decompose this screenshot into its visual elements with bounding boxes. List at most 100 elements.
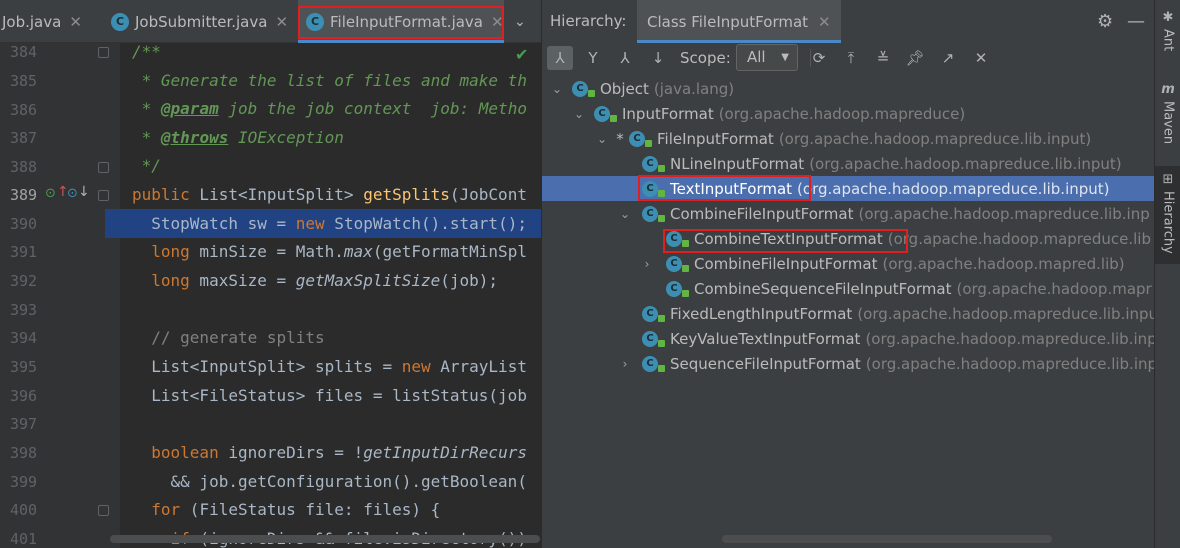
code-line: * @param job the job context job: Metho	[132, 99, 527, 118]
hierarchy-icon: ⊞	[1162, 172, 1174, 187]
public-icon	[610, 114, 617, 122]
close-icon[interactable]: ✕	[69, 13, 82, 31]
class-name: Object	[600, 79, 649, 98]
tab-class-fileinputformat[interactable]: Class FileInputFormat ✕	[637, 0, 841, 43]
pin-button[interactable]: 📌︎	[902, 46, 928, 70]
minimize-icon[interactable]: —	[1127, 11, 1145, 32]
hierarchy-tree[interactable]: ⌄ C Object (java.lang) ⌄ C InputFormat (…	[542, 76, 1155, 376]
current-class-marker: *	[616, 129, 624, 148]
code-line: /**	[132, 43, 161, 61]
tab-job-java[interactable]: Job.java ✕	[0, 0, 82, 43]
interface-icon: C	[594, 105, 617, 122]
open-in-window-button[interactable]: ↗	[935, 46, 961, 70]
code-editor[interactable]: /** * Generate the list of files and mak…	[120, 43, 541, 548]
tab-fileinputformat-java[interactable]: C FileInputFormat.java ✕	[298, 0, 504, 43]
tree-node[interactable]: C CombineSequenceFileInputFormat (org.ap…	[542, 276, 1155, 301]
sort-alphabetically-button[interactable]: ↓	[645, 46, 671, 70]
type-hierarchy-icon: ⅄	[555, 49, 565, 67]
package-name: (org.apache.hadoop.mapreduce.lib.inp	[865, 329, 1155, 348]
close-icon[interactable]: ✕	[491, 13, 504, 31]
tab-label: Job.java	[2, 12, 62, 31]
tree-node[interactable]: C CombineTextInputFormat (org.apache.had…	[542, 226, 1155, 251]
line-number: 394	[10, 329, 38, 347]
scope-dropdown[interactable]: All ▼	[736, 44, 798, 71]
chevron-down-icon: ⌄	[514, 13, 526, 30]
class-icon: C	[642, 330, 665, 347]
code-line: * @throws IOException	[132, 128, 344, 147]
line-number: 393	[10, 301, 38, 319]
tree-node[interactable]: ⌄ C CombineFileInputFormat (org.apache.h…	[542, 201, 1155, 226]
tree-node[interactable]: C FixedLengthInputFormat (org.apache.had…	[542, 301, 1155, 326]
class-name: SequenceFileInputFormat	[670, 354, 861, 373]
tree-node[interactable]: ⌄ * C FileInputFormat (org.apache.hadoop…	[542, 126, 1155, 151]
public-icon	[682, 264, 689, 272]
public-icon	[682, 289, 689, 297]
arrow-down-icon[interactable]: ↓	[78, 184, 90, 200]
tree-node[interactable]: C KeyValueTextInputFormat (org.apache.ha…	[542, 326, 1155, 351]
tree-node[interactable]: › C CombineFileInputFormat (org.apache.h…	[542, 251, 1155, 276]
tab-label: Class FileInputFormat	[647, 12, 809, 31]
abstract-class-icon: C	[666, 255, 689, 272]
right-tool-strip: ✱ Ant m Maven ⊞ Hierarchy	[1154, 0, 1180, 548]
tree-node[interactable]: › C SequenceFileInputFormat (org.apache.…	[542, 351, 1155, 376]
fold-marker[interactable]	[98, 190, 109, 201]
pin-icon: 📌︎	[905, 49, 925, 67]
tab-overflow-button[interactable]: ⌄	[514, 0, 526, 43]
code-line: boolean ignoreDirs = !getInputDirRecurs	[132, 443, 527, 462]
close-panel-button[interactable]: ✕	[968, 46, 994, 70]
ant-tool-button[interactable]: ✱ Ant	[1155, 10, 1180, 51]
class-icon: C	[642, 305, 665, 322]
fold-marker[interactable]	[98, 505, 109, 516]
package-name: (org.apache.hadoop.mapreduce)	[718, 104, 966, 123]
fold-marker[interactable]	[98, 47, 109, 58]
class-icon: C	[572, 80, 595, 97]
line-number: 390	[10, 215, 38, 233]
chevron-down-icon[interactable]: ⌄	[572, 107, 586, 121]
tree-node-selected[interactable]: C TextInputFormat (org.apache.hadoop.map…	[542, 176, 1155, 201]
line-number: 387	[10, 129, 38, 147]
type-hierarchy-button[interactable]: ⅄	[547, 46, 573, 70]
subtypes-hierarchy-button[interactable]: ⅄	[612, 46, 638, 70]
public-icon	[658, 364, 665, 372]
hierarchy-horizontal-scrollbar[interactable]	[722, 535, 1052, 543]
export-icon: ⤒	[847, 49, 855, 67]
package-name: (org.apache.hadoop.mapr	[956, 279, 1152, 298]
chevron-down-icon[interactable]: ⌄	[595, 132, 609, 146]
maven-tool-button[interactable]: m Maven	[1155, 82, 1180, 144]
line-number: 391	[10, 243, 38, 261]
public-icon	[645, 139, 652, 147]
chevron-right-icon[interactable]: ›	[640, 257, 654, 271]
tree-node[interactable]: C NLineInputFormat (org.apache.hadoop.ma…	[542, 151, 1155, 176]
chevron-right-icon[interactable]: ›	[618, 357, 632, 371]
public-icon	[658, 314, 665, 322]
hierarchy-tool-button[interactable]: ⊞ Hierarchy	[1155, 166, 1180, 264]
tree-node[interactable]: ⌄ C Object (java.lang)	[542, 76, 1155, 101]
implemented-icon[interactable]: ⊙	[67, 186, 78, 201]
overrides-icon[interactable]: ⊙	[45, 186, 56, 201]
tool-label: Ant	[1160, 29, 1176, 52]
base-on-this-class-button[interactable]: ⤒	[838, 46, 864, 70]
dropdown-arrow-icon: ▼	[781, 52, 789, 63]
editor-horizontal-scrollbar[interactable]	[110, 535, 540, 543]
close-icon[interactable]: ✕	[818, 13, 831, 31]
refresh-button[interactable]: ⟳	[806, 46, 832, 70]
editor-gutter: 384 385 386 387 388 389 390 391 392 393 …	[0, 43, 120, 548]
gear-icon[interactable]: ⚙	[1097, 11, 1113, 32]
public-icon	[682, 239, 689, 247]
line-number: 397	[10, 415, 38, 433]
tree-node[interactable]: ⌄ C InputFormat (org.apache.hadoop.mapre…	[542, 101, 1155, 126]
public-icon	[658, 214, 665, 222]
code-line: */	[132, 156, 161, 175]
class-name: FileInputFormat	[657, 129, 774, 148]
ant-icon: ✱	[1162, 10, 1174, 25]
expand-all-button[interactable]: ≚	[870, 46, 896, 70]
chevron-down-icon[interactable]: ⌄	[618, 207, 632, 221]
tab-jobsubmitter-java[interactable]: C JobSubmitter.java ✕	[111, 0, 288, 43]
close-icon[interactable]: ✕	[275, 13, 288, 31]
chevron-down-icon[interactable]: ⌄	[550, 82, 564, 96]
fold-marker[interactable]	[98, 162, 109, 173]
supertypes-icon: Y	[588, 49, 598, 67]
supertypes-hierarchy-button[interactable]: Y	[580, 46, 606, 70]
hierarchy-header: Hierarchy: Class FileInputFormat ✕ ⚙ —	[542, 0, 1155, 43]
class-name: KeyValueTextInputFormat	[670, 329, 861, 348]
